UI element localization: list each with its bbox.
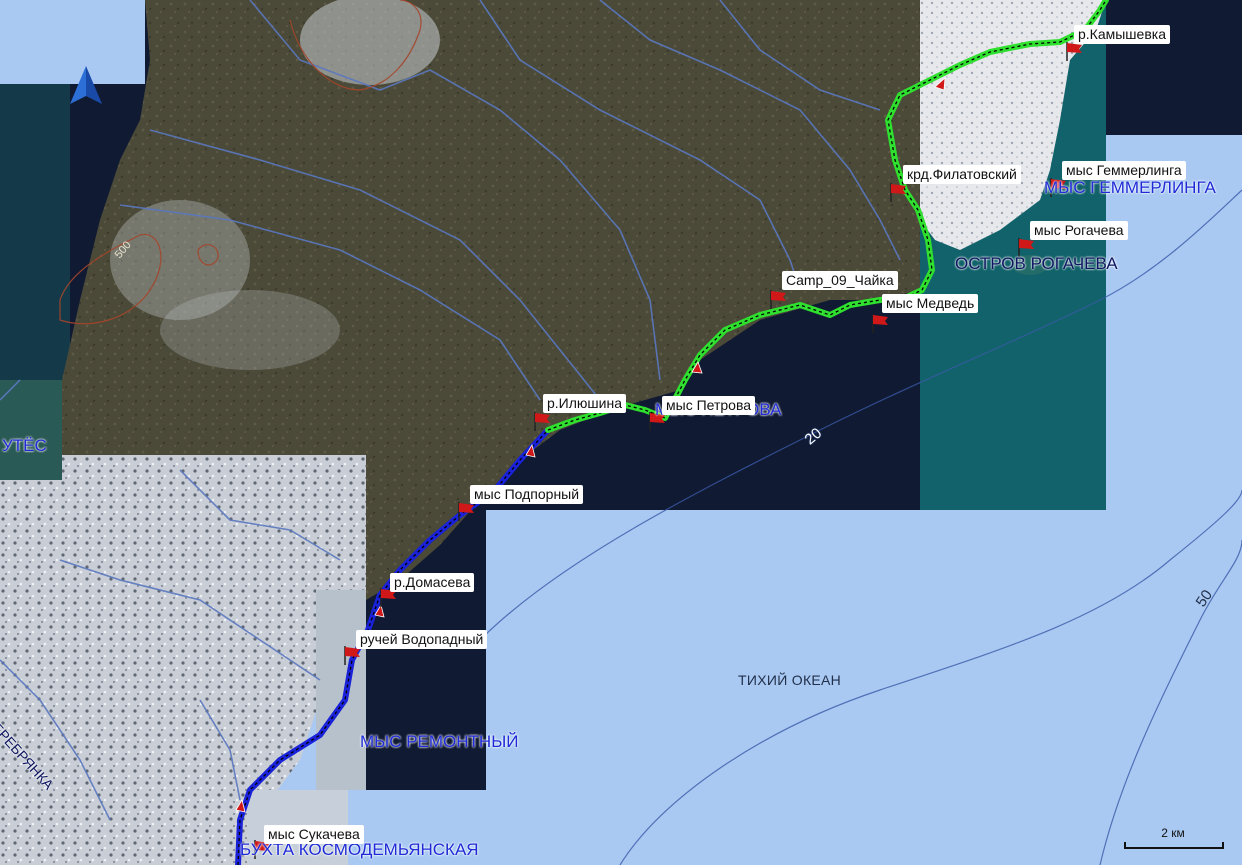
waypoint-label-filatovsky[interactable]: крд.Филатовский xyxy=(903,165,1021,184)
north-arrow-icon xyxy=(70,66,102,104)
feature-label-island-rogacheva: ОСТРОВ РОГАЧЕВА xyxy=(955,254,1118,273)
flag-icon[interactable] xyxy=(888,181,910,203)
flag-icon[interactable] xyxy=(870,312,892,334)
feature-label-cape-gemmerlinga: МЫС ГЕММЕРЛИНГА xyxy=(1044,178,1216,197)
waypoint-label-vodopadny[interactable]: ручей Водопадный xyxy=(356,630,488,649)
ocean-label: ТИХИЙ ОКЕАН xyxy=(738,672,842,688)
waypoint-label-camp09[interactable]: Camp_09_Чайка xyxy=(782,271,898,290)
waypoint-label-kamyshevka[interactable]: р.Камышевка xyxy=(1074,25,1170,44)
scale-bar-line xyxy=(1124,842,1224,849)
waypoint-label-rogacheva[interactable]: мыс Рогачева xyxy=(1030,221,1128,240)
map-view[interactable]: МЫС ГЕММЕРЛИНГА ОСТРОВ РОГАЧЕВА МЫС ПЕТР… xyxy=(0,0,1242,865)
waypoint-label-podporny[interactable]: мыс Подпорный xyxy=(470,485,584,504)
scale-bar: 2 км xyxy=(1122,826,1224,849)
waypoint-label-domaseva[interactable]: р.Домасева xyxy=(390,573,475,592)
waypoint-label-gemmerlinga[interactable]: мыс Геммерлинга xyxy=(1062,161,1186,180)
waypoint-label-petrova[interactable]: мыс Петрова xyxy=(662,396,756,415)
waypoint-label-sukacheva[interactable]: мыс Сукачева xyxy=(264,825,364,844)
scale-label: 2 км xyxy=(1161,826,1185,840)
waypoint-label-ilyushina[interactable]: р.Илюшина xyxy=(543,394,626,413)
feature-label-utes: УТЁС xyxy=(2,436,47,455)
flag-icon[interactable] xyxy=(768,288,790,310)
feature-label-cape-remontny: МЫС РЕМОНТНЫЙ xyxy=(360,732,519,751)
flag-icon[interactable] xyxy=(532,410,554,432)
waypoint-label-medved[interactable]: мыс Медведь xyxy=(882,294,979,313)
map-base-layer xyxy=(0,0,1242,865)
